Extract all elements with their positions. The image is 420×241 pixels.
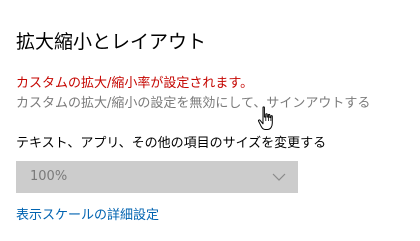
text-size-label: テキスト、アプリ、その他の項目のサイズを変更する	[16, 136, 327, 151]
hand-pointer-icon	[257, 106, 273, 130]
scale-dropdown[interactable]: 100%	[16, 161, 298, 193]
advanced-scaling-settings-link[interactable]: 表示スケールの詳細設定	[16, 206, 159, 226]
page-title: 拡大縮小とレイアウト	[16, 31, 207, 53]
disable-custom-scaling-signout-link[interactable]: カスタムの拡大/縮小の設定を無効にして、サインアウトする	[16, 94, 370, 114]
chevron-down-icon	[272, 173, 286, 181]
custom-scaling-warning: カスタムの拡大/縮小率が設定されます。	[16, 76, 254, 91]
scale-dropdown-value: 100%	[30, 169, 68, 184]
